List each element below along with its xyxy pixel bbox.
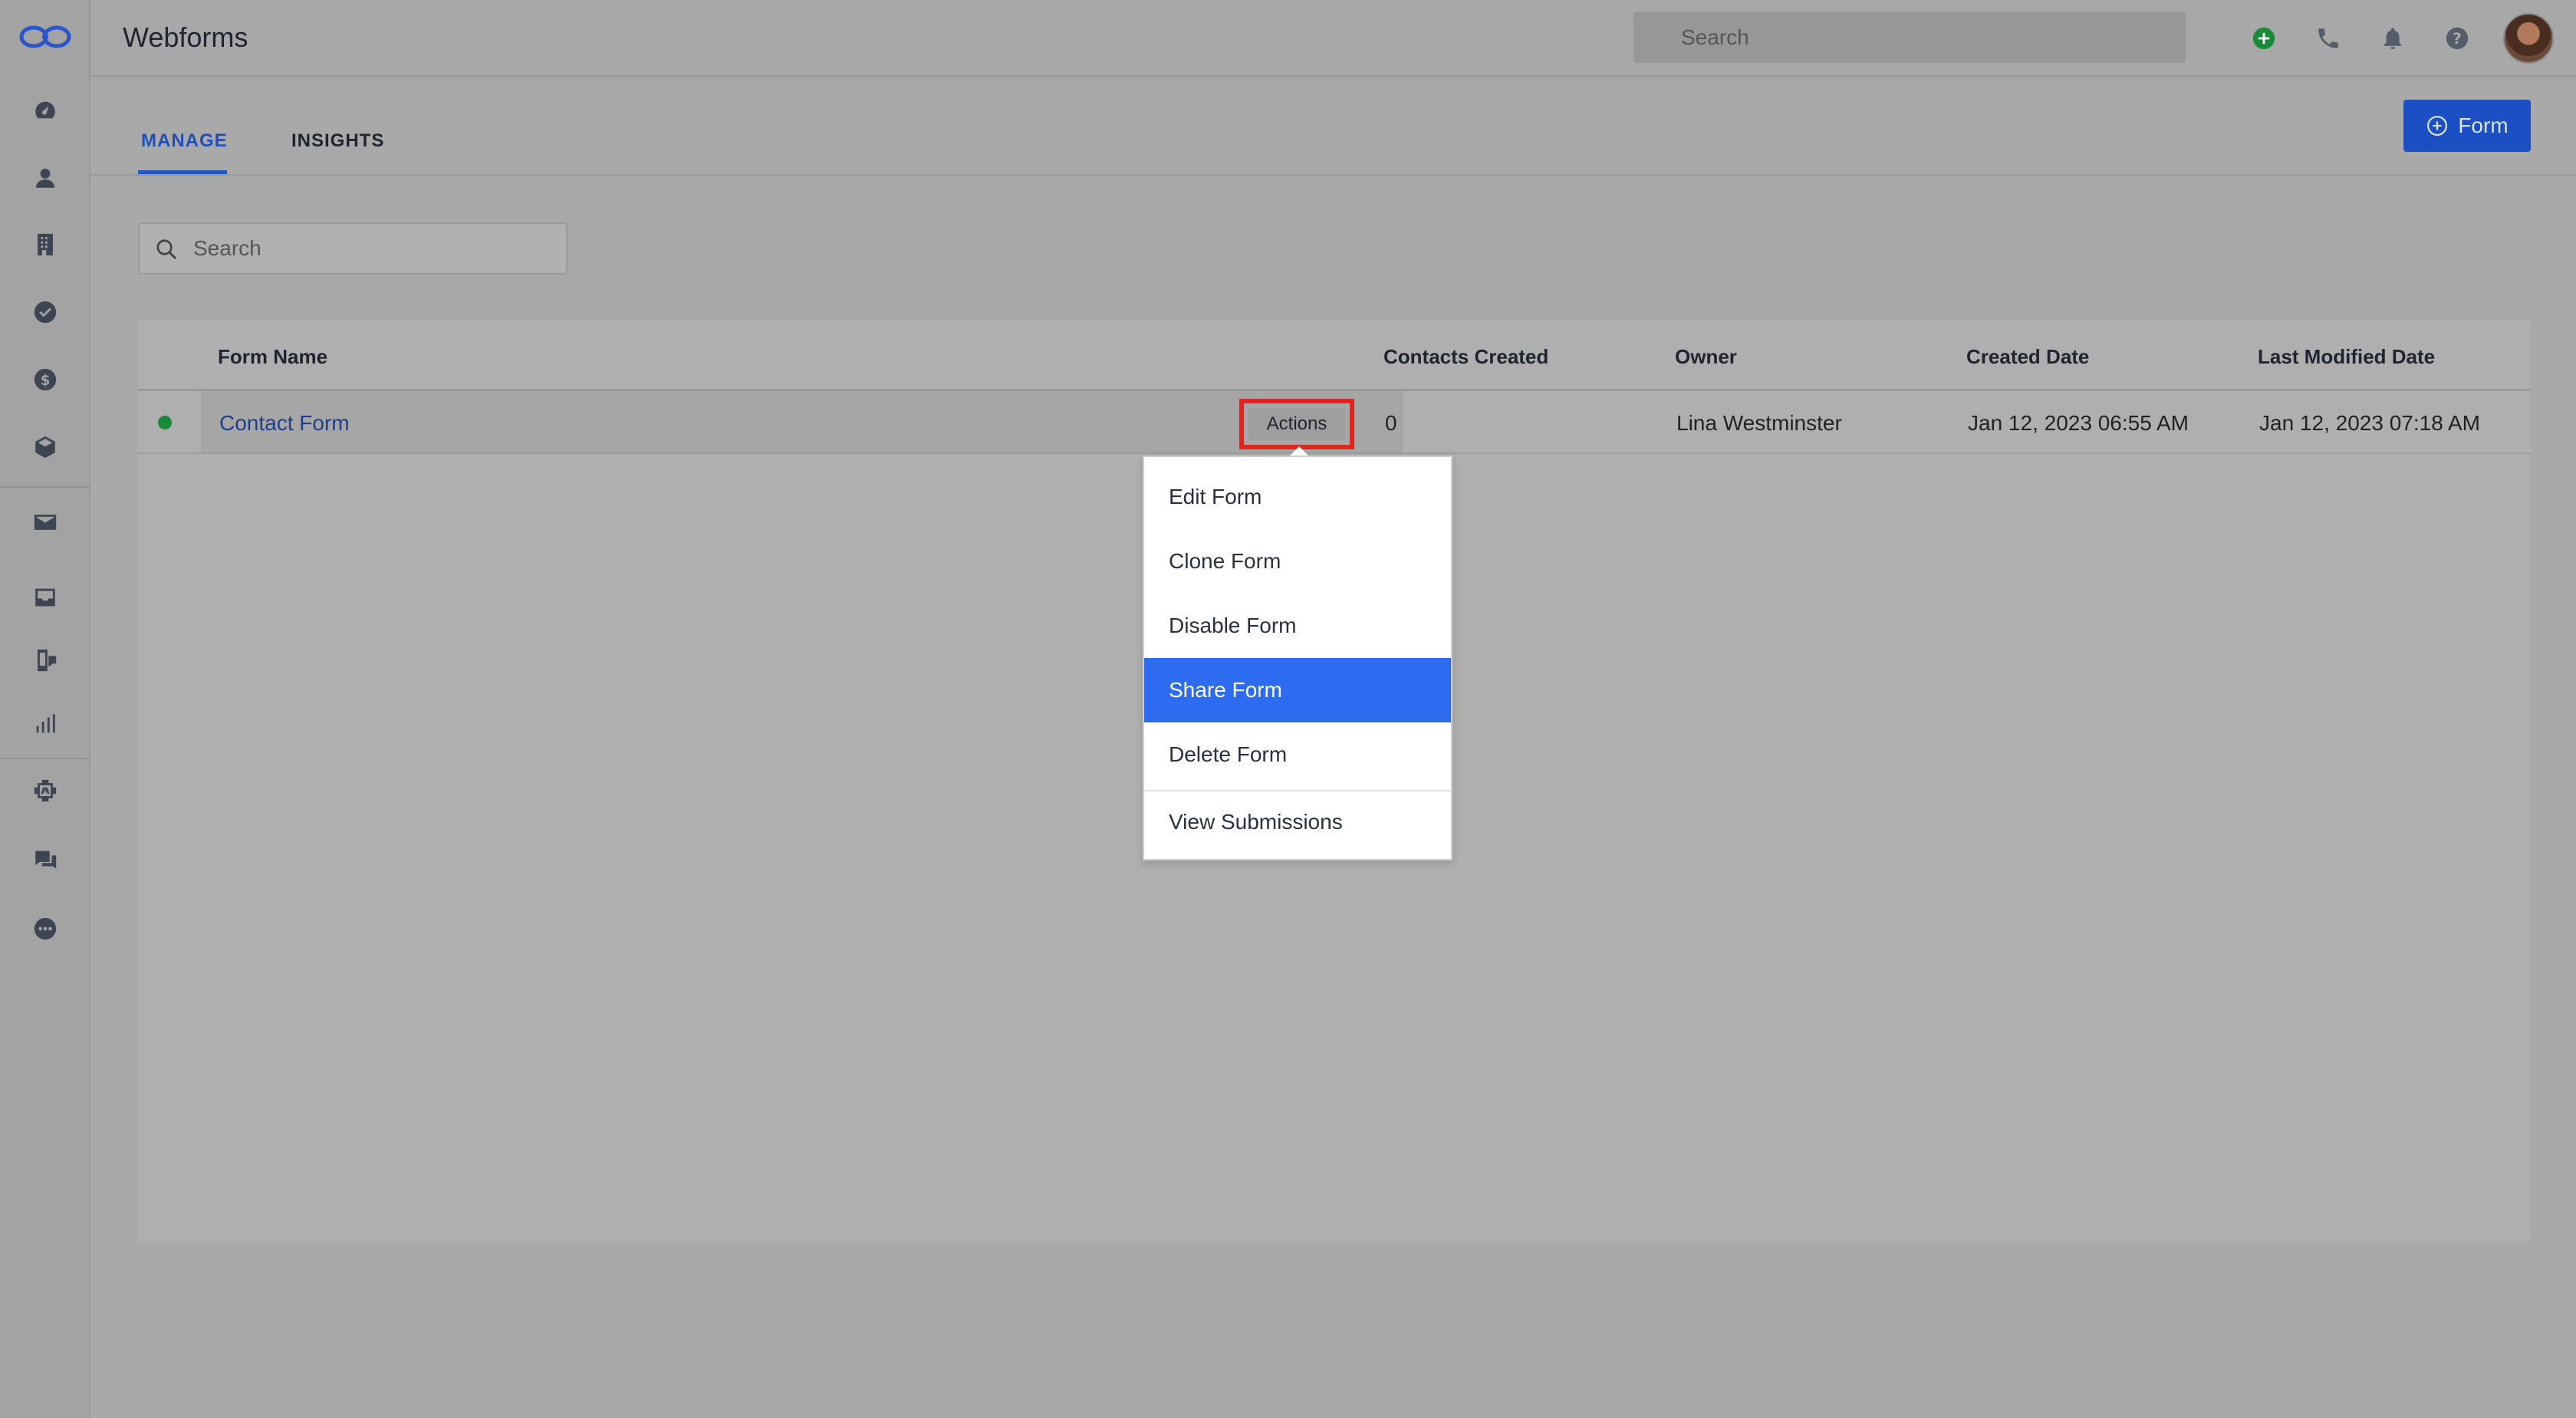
box-icon[interactable] [31,433,60,462]
mail-icon[interactable] [31,508,60,537]
created-date-value: Jan 12, 2023 06:55 AM [1968,411,2189,435]
bell-icon[interactable] [2377,23,2408,54]
modified-date-value: Jan 12, 2023 07:18 AM [2259,411,2480,435]
top-header: Webforms Search ? [90,0,2576,77]
menu-item-share-form[interactable]: Share Form [1144,658,1451,722]
global-search-input[interactable]: Search [1633,12,2186,63]
menu-item-view-submissions[interactable]: View Submissions [1144,790,1451,854]
column-header-last-modified-date[interactable]: Last Modified Date [2258,345,2435,369]
tabs-divider [90,174,2576,176]
svg-text:$: $ [41,373,51,389]
menu-item-edit-form[interactable]: Edit Form [1144,465,1451,529]
building-icon[interactable] [31,230,60,259]
page-title: Webforms [123,21,248,53]
inbox-icon[interactable] [31,583,60,612]
plus-circle-icon[interactable] [2249,23,2279,54]
search-icon [156,239,176,259]
app-logo-icon[interactable] [18,21,72,52]
menu-item-disable-form[interactable]: Disable Form [1144,594,1451,658]
contact-icon[interactable] [31,163,60,192]
bar-chart-icon[interactable] [31,709,60,739]
plus-circle-icon [2427,116,2448,136]
phone-chat-icon[interactable] [31,646,60,675]
dashboard-icon[interactable] [31,96,60,125]
column-header-form-name[interactable]: Form Name [218,345,327,369]
column-header-owner[interactable]: Owner [1675,345,1737,369]
form-search-input[interactable]: Search [138,222,568,275]
dollar-icon[interactable]: $ [31,365,60,394]
column-header-created-date[interactable]: Created Date [1966,345,2089,369]
actions-highlight-box: Actions [1239,399,1354,449]
actions-menu: Edit Form Clone Form Disable Form Share … [1143,456,1452,860]
tab-manage[interactable]: MANAGE [141,130,228,152]
sidebar-divider [0,758,90,759]
column-header-contacts-created[interactable]: Contacts Created [1383,345,1548,369]
menu-item-delete-form[interactable]: Delete Form [1144,722,1451,787]
phone-icon[interactable] [2313,23,2344,54]
owner-value: Lina Westminster [1676,411,1842,435]
table-header: Form Name Contacts Created Owner Created… [138,321,2531,391]
help-icon[interactable]: ? [2442,23,2472,54]
search-placeholder: Search [193,236,262,260]
tab-insights[interactable]: INSIGHTS [291,130,384,152]
form-name-link[interactable]: Contact Form [219,411,350,436]
status-active-indicator [158,416,172,429]
sidebar-divider [0,486,90,488]
actions-button[interactable]: Actions [1249,408,1345,440]
menu-item-clone-form[interactable]: Clone Form [1144,529,1451,594]
new-form-button[interactable]: Form [2403,100,2531,152]
automation-icon[interactable] [31,776,60,805]
chat-icon[interactable] [31,845,60,874]
svg-text:?: ? [2453,30,2462,48]
sidebar: $ [0,0,90,1418]
user-avatar[interactable] [2503,13,2554,64]
more-icon[interactable] [31,914,60,943]
new-form-label: Form [2458,114,2509,137]
form-name-cell [201,391,1403,452]
contacts-created-value: 0 [1385,411,1397,435]
check-circle-icon[interactable] [31,298,60,327]
